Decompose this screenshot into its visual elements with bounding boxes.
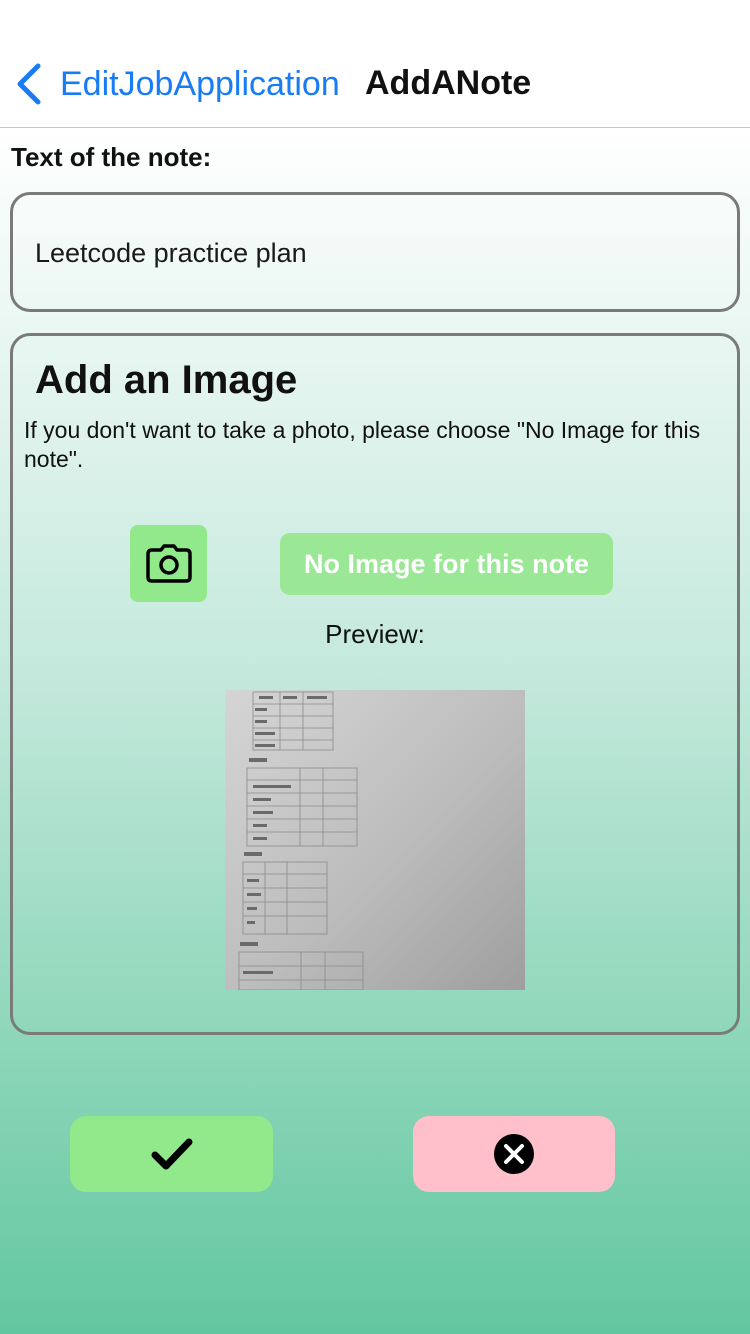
back-button[interactable]: EditJobApplication [14, 62, 340, 106]
camera-icon [145, 543, 192, 583]
navigation-bar: EditJobApplication AddANote [0, 0, 750, 128]
preview-label: Preview: [325, 619, 425, 649]
cancel-note-button[interactable] [413, 1116, 615, 1192]
close-circle-icon [494, 1134, 534, 1174]
no-image-button[interactable]: No Image for this note [280, 533, 613, 595]
add-image-description: If you don't want to take a photo, pleas… [24, 417, 701, 472]
note-text-field[interactable]: Leetcode practice plan [10, 192, 740, 312]
take-photo-button[interactable] [130, 525, 207, 602]
preview-image [225, 690, 525, 990]
checkmark-icon [151, 1138, 192, 1170]
back-label[interactable]: EditJobApplication [60, 65, 340, 104]
add-image-card: Add an Image If you don't want to take a… [10, 333, 740, 1035]
save-note-button[interactable] [70, 1116, 273, 1192]
add-image-title: Add an Image [35, 358, 298, 402]
note-text-value[interactable]: Leetcode practice plan [35, 238, 307, 269]
page-title: AddANote [365, 64, 532, 102]
chevron-left-icon [17, 63, 41, 105]
main-content: Text of the note: Leetcode practice plan… [0, 128, 750, 1334]
preview-photo-graphic [238, 691, 364, 990]
note-text-label: Text of the note: [11, 142, 212, 172]
